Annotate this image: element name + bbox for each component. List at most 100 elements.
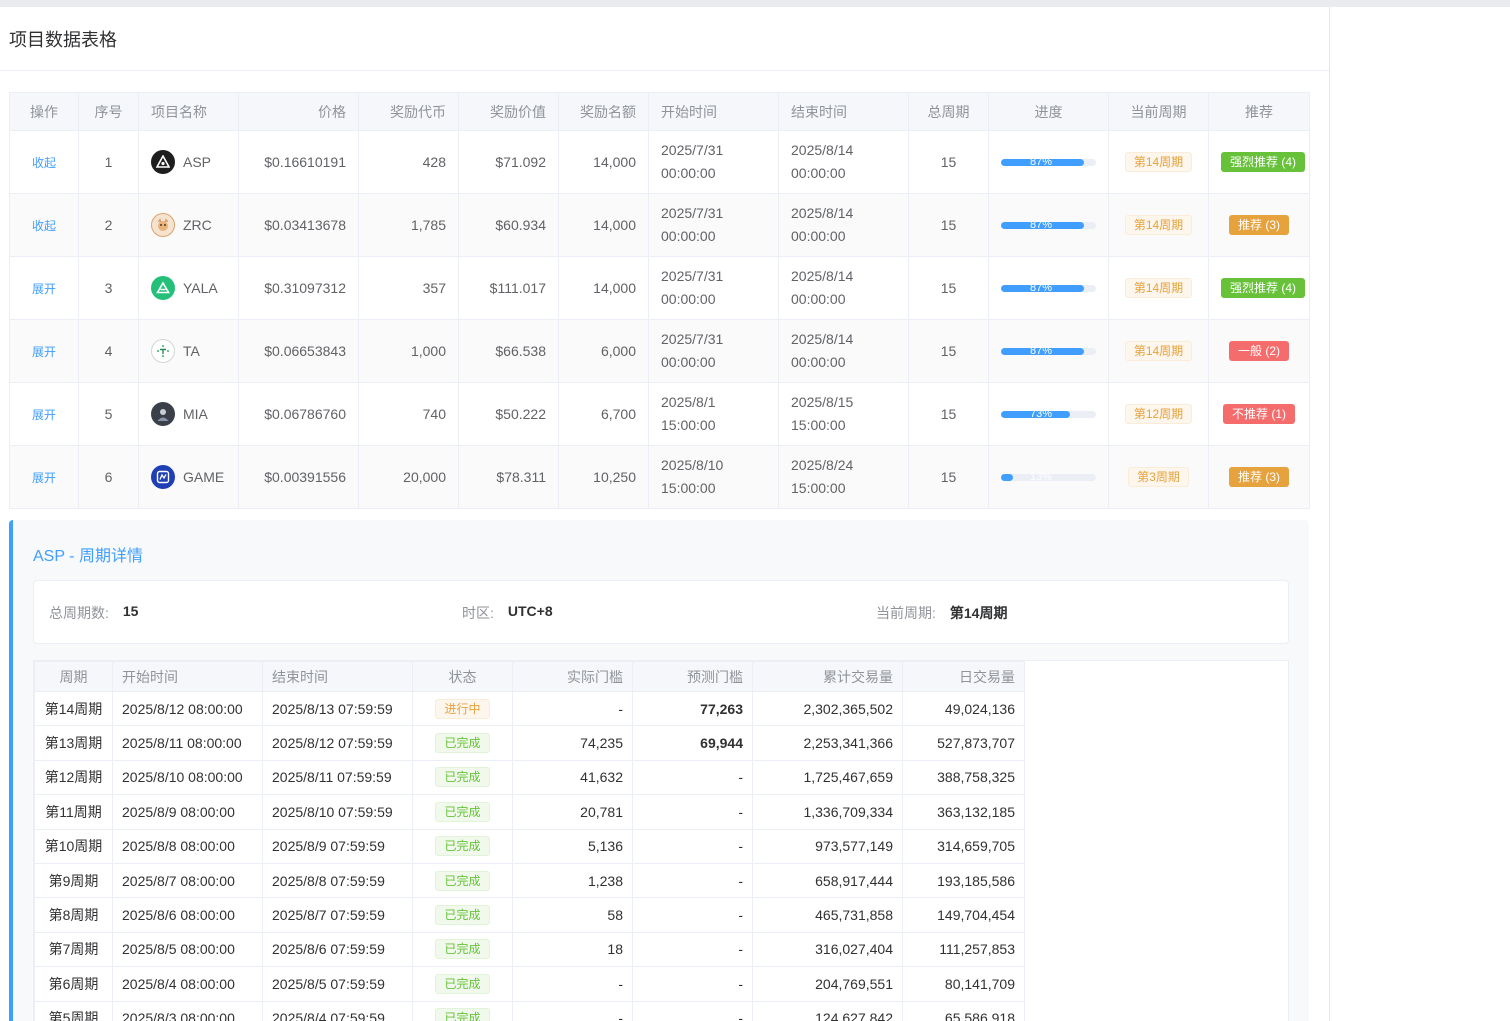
- cycle-start: 2025/8/8 08:00:00: [112, 828, 263, 864]
- col-header-reward-tokens: 奖励代币: [358, 92, 459, 131]
- row-recommend: 一般 (2): [1208, 319, 1310, 383]
- status-badge: 已完成: [435, 939, 490, 960]
- row-index: 4: [78, 319, 139, 383]
- cycle-predicted: -: [632, 828, 753, 864]
- row-progress-cell: 87%: [988, 193, 1109, 257]
- cycle-table-wrapper: 周期 开始时间 结束时间 状态 实际门槛 预测门槛 累计交易量 日交易量 第14…: [33, 660, 1289, 1021]
- cycle-daily: 49,024,136: [902, 690, 1025, 727]
- start-clock: 00:00:00: [661, 291, 716, 307]
- row-action-cell: 收起: [9, 130, 79, 194]
- start-clock: 00:00:00: [661, 354, 716, 370]
- progress-label: 87%: [1029, 155, 1053, 168]
- cycle-predicted: 77,263: [632, 690, 753, 727]
- row-current-cycle: 第14周期: [1108, 319, 1209, 383]
- progress-bar: 73%: [1001, 408, 1096, 420]
- table-row: 第8周期 2025/8/6 08:00:00 2025/8/7 07:59:59 已完…: [34, 897, 1025, 933]
- end-date: 2025/8/15: [791, 394, 854, 410]
- expand-toggle-link[interactable]: 展开: [32, 345, 56, 359]
- row-reward-value: $78.311: [458, 445, 559, 509]
- row-name-cell: TA: [138, 319, 239, 383]
- current-cycle-info: 当前周期: 第14周期: [876, 603, 1007, 623]
- row-name-cell: MIA: [138, 382, 239, 446]
- row-current-cycle: 第14周期: [1108, 130, 1209, 194]
- page-title: 项目数据表格: [0, 7, 1329, 71]
- cycle-status-cell: 进行中: [412, 690, 513, 727]
- expand-toggle-link[interactable]: 展开: [32, 471, 56, 485]
- cycle-start: 2025/8/11 08:00:00: [112, 725, 263, 761]
- cycle-col-header-actual: 实际门槛: [512, 661, 633, 692]
- row-total-cycles: 15: [908, 193, 989, 257]
- table-row: 第12周期 2025/8/10 08:00:00 2025/8/11 07:59:5…: [34, 759, 1025, 796]
- table-row: 第6周期 2025/8/4 08:00:00 2025/8/5 07:59:59 已完…: [34, 966, 1025, 1002]
- current-cycle-tag: 第14周期: [1124, 278, 1193, 298]
- row-reward-value: $66.538: [458, 319, 559, 383]
- cycle-start: 2025/8/10 08:00:00: [112, 759, 263, 796]
- status-badge: 已完成: [435, 767, 490, 788]
- row-start-time: 2025/7/31 00:00:00: [648, 256, 779, 320]
- cycle-actual: 20,781: [512, 794, 633, 830]
- end-clock: 15:00:00: [791, 417, 846, 433]
- table-row: 第13周期 2025/8/11 08:00:00 2025/8/12 07:59:5…: [34, 725, 1025, 761]
- status-badge: 已完成: [435, 973, 490, 994]
- row-price: $0.06653843: [238, 319, 359, 383]
- row-start-time: 2025/8/10 15:00:00: [648, 445, 779, 509]
- row-total-cycles: 15: [908, 445, 989, 509]
- cycle-end: 2025/8/8 07:59:59: [262, 862, 413, 899]
- recommend-tag: 推荐 (3): [1228, 215, 1289, 235]
- expand-toggle-link[interactable]: 收起: [32, 219, 56, 233]
- row-index: 5: [78, 382, 139, 446]
- end-date: 2025/8/14: [791, 331, 854, 347]
- cycle-status-cell: 已完成: [412, 794, 513, 830]
- row-name-cell: ZRC: [138, 193, 239, 257]
- current-cycle-label: 当前周期:: [876, 605, 936, 621]
- cycle-start: 2025/8/6 08:00:00: [112, 897, 263, 933]
- row-action-cell: 展开: [9, 256, 79, 320]
- project-name: GAME: [151, 465, 226, 489]
- cycle-table: 周期 开始时间 结束时间 状态 实际门槛 预测门槛 累计交易量 日交易量 第14…: [34, 661, 1025, 1021]
- cycle-name: 第6周期: [34, 966, 113, 1002]
- recommend-tag: 推荐 (3): [1228, 467, 1289, 487]
- end-clock: 00:00:00: [791, 291, 846, 307]
- table-row: 第9周期 2025/8/7 08:00:00 2025/8/8 07:59:59 已完…: [34, 862, 1025, 899]
- recommend-tag: 强烈推荐 (4): [1221, 152, 1306, 172]
- asp-logo-icon: [151, 150, 175, 174]
- project-name: YALA: [151, 276, 226, 300]
- cycle-cumulative: 316,027,404: [752, 931, 903, 968]
- cycle-daily: 193,185,586: [902, 862, 1025, 899]
- start-date: 2025/7/31: [661, 331, 724, 347]
- status-badge: 进行中: [435, 698, 490, 719]
- project-name: MIA: [151, 402, 226, 426]
- cycle-col-header-cumulative: 累计交易量: [752, 661, 903, 692]
- row-name-cell: ASP: [138, 130, 239, 194]
- row-reward-value: $50.222: [458, 382, 559, 446]
- row-recommend: 推荐 (3): [1208, 445, 1310, 509]
- expand-toggle-link[interactable]: 展开: [32, 408, 56, 422]
- progress-bar: 87%: [1001, 282, 1096, 294]
- cycle-name: 第5周期: [34, 1000, 113, 1021]
- end-date: 2025/8/24: [791, 457, 854, 473]
- cycle-cumulative: 204,769,551: [752, 966, 903, 1002]
- row-end-time: 2025/8/15 15:00:00: [778, 382, 909, 446]
- expand-toggle-link[interactable]: 展开: [32, 282, 56, 296]
- expand-toggle-link[interactable]: 收起: [32, 156, 56, 170]
- row-price: $0.00391556: [238, 445, 359, 509]
- start-clock: 00:00:00: [661, 165, 716, 181]
- progress-label: 87%: [1029, 218, 1053, 231]
- progress-label: 13%: [1029, 470, 1053, 483]
- cycle-status-cell: 已完成: [412, 897, 513, 933]
- total-cycles-value: 15: [122, 603, 139, 619]
- project-table-body: 收起 1 ASP $0.16610191 428 $71.092 14,000 2025/7/…: [9, 130, 1310, 509]
- row-name-cell: YALA: [138, 256, 239, 320]
- cycle-actual: 74,235: [512, 725, 633, 761]
- cycle-status-cell: 已完成: [412, 862, 513, 899]
- cycle-cumulative: 124,627,842: [752, 1000, 903, 1021]
- cycle-end: 2025/8/11 07:59:59: [262, 759, 413, 796]
- row-price: $0.16610191: [238, 130, 359, 194]
- project-name-text: ZRC: [183, 217, 212, 233]
- row-progress-cell: 13%: [988, 445, 1109, 509]
- table-row: 展开 3 YALA $0.31097312 357 $111.017 14,000 2025/…: [9, 256, 1310, 320]
- col-header-progress: 进度: [988, 92, 1109, 131]
- project-name-text: GAME: [183, 469, 225, 485]
- row-end-time: 2025/8/14 00:00:00: [778, 256, 909, 320]
- cycle-predicted: -: [632, 759, 753, 796]
